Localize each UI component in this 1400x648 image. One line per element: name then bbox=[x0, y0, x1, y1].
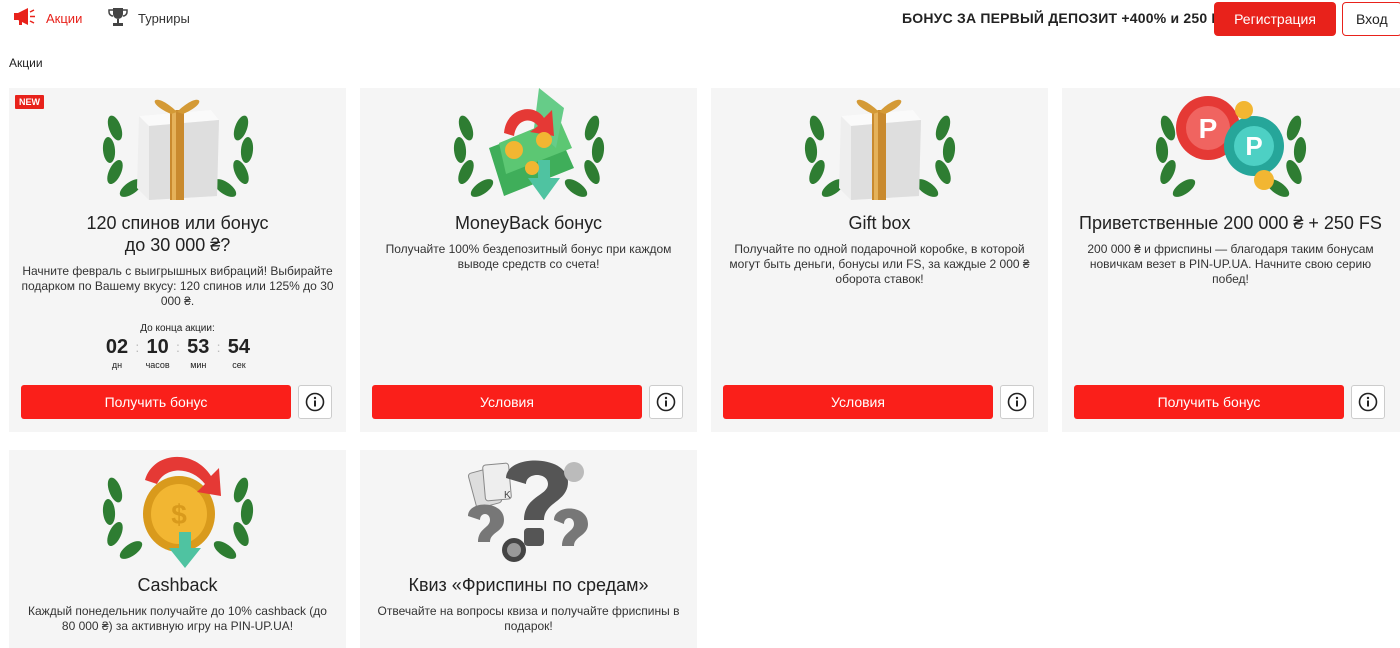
svg-text:$: $ bbox=[171, 499, 187, 530]
svg-text:P: P bbox=[1245, 131, 1262, 161]
promo-description: 200 000 ₴ и фриспины — благодаря таким б… bbox=[1087, 242, 1374, 286]
timer-days: 02 bbox=[105, 336, 129, 358]
promo-card-cashback: $ Cashback Каждый понедельник получайте … bbox=[9, 450, 346, 648]
gift-box-icon bbox=[9, 88, 346, 206]
promo-card-welcome: P P Приветственные 200 000 ₴ + 250 FS 20… bbox=[1062, 88, 1400, 432]
promo-card-quiz: K Квиз «Фриспины по средам» Отвечайте на… bbox=[360, 450, 697, 648]
promo-title: Приветственные 200 000 ₴ + 250 FS bbox=[1079, 213, 1382, 233]
info-icon[interactable] bbox=[298, 385, 332, 419]
megaphone-icon bbox=[14, 7, 36, 29]
promo-card-gift-box: Gift box Получайте по одной подарочной к… bbox=[711, 88, 1048, 432]
money-back-icon bbox=[360, 88, 697, 206]
timer-hours: 10 bbox=[146, 336, 169, 358]
info-icon[interactable] bbox=[1000, 385, 1034, 419]
new-badge: NEW bbox=[15, 95, 44, 109]
timer-minutes: 53 bbox=[187, 336, 210, 358]
promo-card-moneyback: MoneyBack бонус Получайте 100% бездепози… bbox=[360, 88, 697, 432]
info-icon[interactable] bbox=[1351, 385, 1385, 419]
promo-description: Получайте 100% бездепозитный бонус при к… bbox=[385, 242, 672, 271]
login-button[interactable]: Вход bbox=[1342, 2, 1400, 36]
svg-text:P: P bbox=[1198, 113, 1217, 144]
quiz-question-icon: K bbox=[360, 450, 697, 568]
timer-seconds: 54 bbox=[227, 336, 251, 358]
cashback-coin-icon: $ bbox=[9, 450, 346, 568]
get-bonus-button[interactable]: Получить бонус bbox=[21, 385, 291, 419]
promo-description: Каждый понедельник получайте до 10% cash… bbox=[28, 604, 327, 633]
nav-tournaments-label: Турниры bbox=[138, 10, 190, 26]
info-icon[interactable] bbox=[649, 385, 683, 419]
promo-title: MoneyBack бонус bbox=[454, 213, 603, 233]
svg-text:K: K bbox=[504, 490, 511, 501]
promo-title: 120 спинов или бонус до 30 000 ₴? bbox=[86, 213, 269, 255]
promo-title: Gift box bbox=[848, 213, 911, 233]
terms-button[interactable]: Условия bbox=[372, 385, 642, 419]
top-bar: Акции Турниры БОНУС ЗА ПЕРВЫЙ ДЕПОЗИТ +4… bbox=[0, 0, 1400, 40]
promo-card-spins: NEW 120 спинов или бонус до 30 000 ₴? На… bbox=[9, 88, 346, 432]
casino-chips-icon: P P bbox=[1062, 88, 1399, 206]
promo-description: Отвечайте на вопросы квиза и получайте ф… bbox=[377, 604, 680, 633]
trophy-icon bbox=[108, 7, 128, 30]
gift-box-icon bbox=[711, 88, 1048, 206]
nav-promotions-label: Акции bbox=[46, 10, 83, 26]
first-deposit-bonus-text[interactable]: БОНУС ЗА ПЕРВЫЙ ДЕПОЗИТ +400% и 250 FS bbox=[902, 10, 1230, 26]
promo-description: Получайте по одной подарочной коробке, в… bbox=[729, 242, 1030, 286]
promo-title: Квиз «Фриспины по средам» bbox=[408, 575, 649, 595]
page-title: Акции bbox=[9, 56, 43, 70]
terms-button[interactable]: Условия bbox=[723, 385, 993, 419]
nav-tournaments[interactable]: Турниры bbox=[108, 0, 190, 36]
register-button[interactable]: Регистрация bbox=[1214, 2, 1336, 36]
promo-description: Начните февраль с выигрышных вибраций! В… bbox=[21, 264, 334, 308]
countdown-timer: 02 дн : 10 часов : 53 мин : 54 сек bbox=[105, 336, 251, 370]
nav-promotions[interactable]: Акции bbox=[14, 0, 82, 36]
timer-label: До конца акции: bbox=[140, 323, 215, 334]
promo-title: Cashback bbox=[137, 575, 218, 595]
get-bonus-button[interactable]: Получить бонус bbox=[1074, 385, 1344, 419]
